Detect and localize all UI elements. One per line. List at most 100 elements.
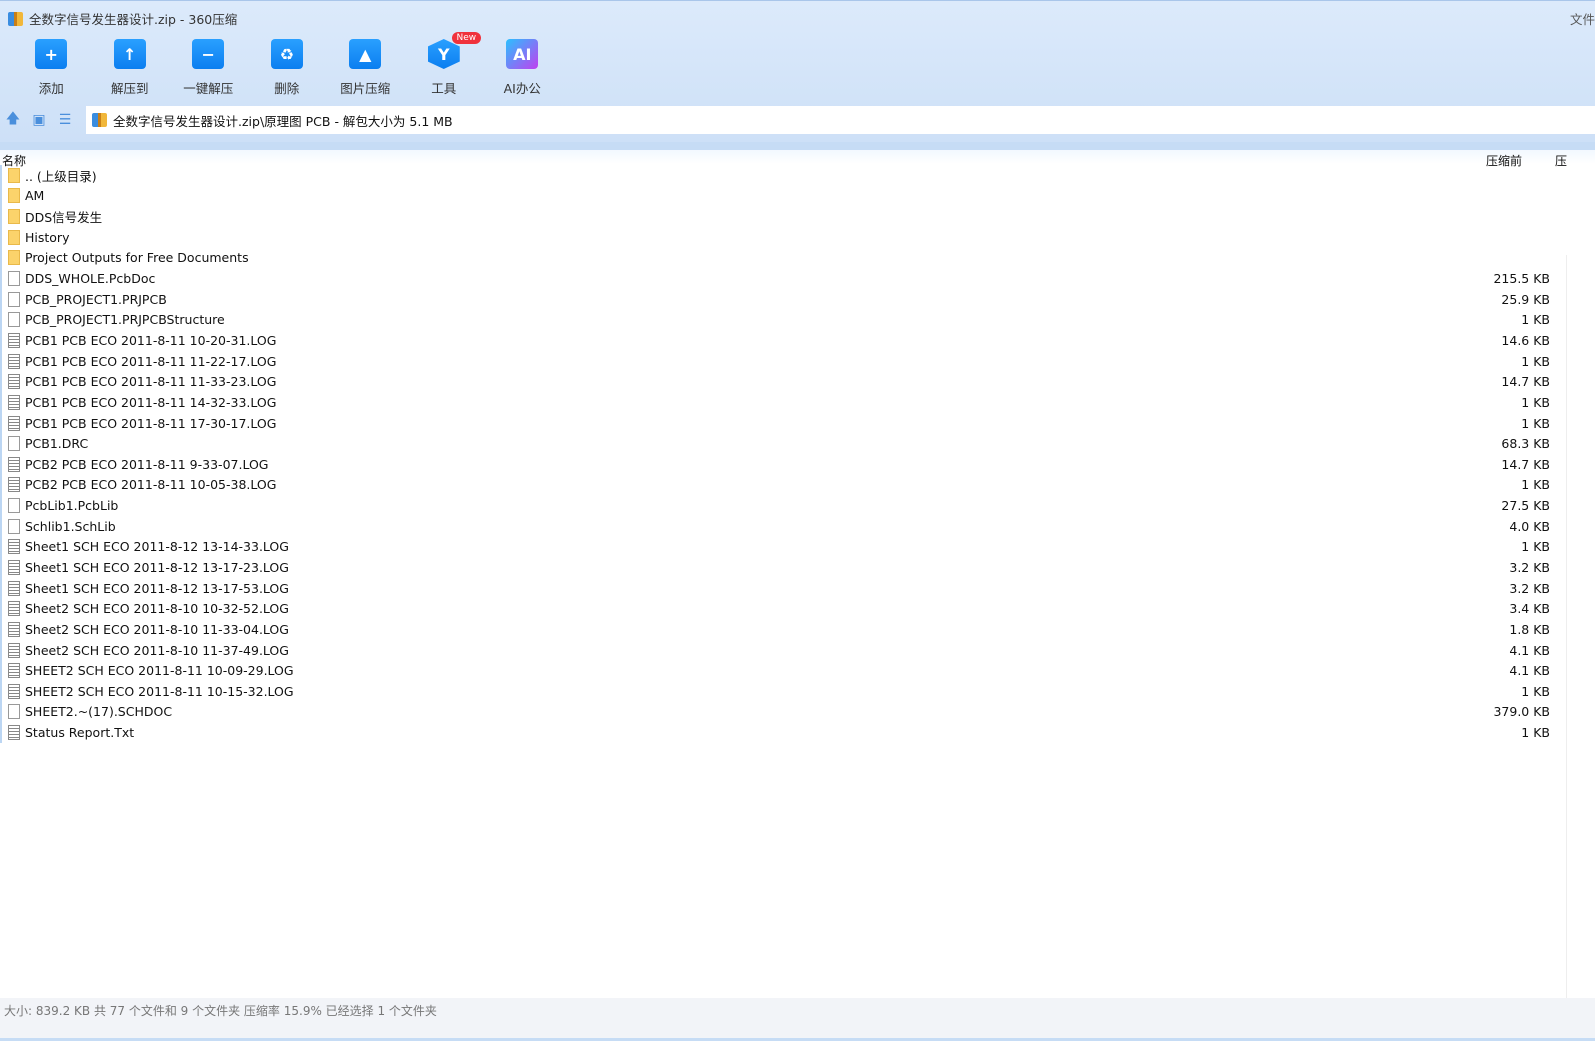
file-name: History bbox=[25, 229, 70, 245]
file-name: SHEET2.~(17).SCHDOC bbox=[25, 704, 173, 720]
scrollbar[interactable] bbox=[1566, 255, 1595, 998]
file-size: 215.5 KB bbox=[1493, 271, 1550, 287]
file-icon bbox=[8, 518, 20, 534]
file-name: PCB_PROJECT1.PRJPCBStructure bbox=[25, 312, 225, 328]
file-name: PCB1.DRC bbox=[25, 436, 89, 452]
file-icon bbox=[8, 271, 20, 287]
file-row[interactable]: PCB1 PCB ECO 2011-8-11 11-22-17.LOG 1 KB bbox=[2, 351, 1566, 372]
file-row[interactable]: Sheet1 SCH ECO 2011-8-12 13-14-33.LOG 1 K… bbox=[2, 537, 1566, 558]
file-name: AM bbox=[25, 188, 45, 204]
toolbar-button-6[interactable]: AI AI办公 bbox=[483, 39, 562, 97]
file-size: 14.7 KB bbox=[1501, 456, 1550, 472]
file-size: 1 KB bbox=[1521, 477, 1550, 493]
toolbar-icon: − bbox=[192, 39, 225, 69]
file-row[interactable]: PcbLib1.PcbLib 27.5 KB bbox=[2, 495, 1566, 516]
toolbar-area: 全数字信号发生器设计.zip - 360压缩 文件 + 添加 ↑ 解压到 − 一键解压 ♻ 删… bbox=[0, 0, 1595, 142]
file-name: Sheet2 SCH ECO 2011-8-10 11-33-04.LOG bbox=[25, 621, 289, 637]
toolbar-label: 删除 bbox=[274, 81, 300, 96]
file-row[interactable]: .. (上级目录) bbox=[2, 165, 1566, 186]
file-row[interactable]: PCB1 PCB ECO 2011-8-11 11-33-23.LOG 14.7 … bbox=[2, 371, 1566, 392]
file-name: Sheet1 SCH ECO 2011-8-12 13-17-53.LOG bbox=[25, 580, 289, 596]
toolbar-button-0[interactable]: + 添加 bbox=[12, 39, 91, 97]
file-row[interactable]: SHEET2 SCH ECO 2011-8-11 10-15-32.LOG 1 K… bbox=[2, 681, 1566, 702]
file-size: 1 KB bbox=[1521, 353, 1550, 369]
file-icon bbox=[8, 683, 20, 699]
toolbar-label: 添加 bbox=[38, 81, 64, 96]
file-size: 14.7 KB bbox=[1501, 374, 1550, 390]
path-text: 全数字信号发生器设计.zip\原理图 PCB - 解包大小为 5.1 MB bbox=[113, 113, 453, 129]
file-name: PCB2 PCB ECO 2011-8-11 10-05-38.LOG bbox=[25, 477, 277, 493]
file-name: Project Outputs for Free Documents bbox=[25, 250, 249, 266]
file-size: 3.2 KB bbox=[1509, 559, 1550, 575]
toolbar-button-4[interactable]: ▲ 图片压缩 bbox=[326, 39, 405, 97]
toolbar-icon: ▲ bbox=[349, 39, 382, 69]
file-icon bbox=[8, 498, 20, 514]
file-size: 25.9 KB bbox=[1501, 291, 1550, 307]
file-size: 68.3 KB bbox=[1501, 436, 1550, 452]
file-row[interactable]: Sheet2 SCH ECO 2011-8-10 11-37-49.LOG 4.1… bbox=[2, 640, 1566, 661]
file-menu[interactable]: 文件 bbox=[1570, 9, 1595, 28]
file-icon bbox=[8, 477, 20, 493]
file-row[interactable]: PCB2 PCB ECO 2011-8-11 9-33-07.LOG 14.7 K… bbox=[2, 454, 1566, 475]
toolbar-button-5[interactable]: Y 工具 New bbox=[405, 32, 484, 97]
file-icon bbox=[8, 374, 20, 390]
file-name: DDS_WHOLE.PcbDoc bbox=[25, 271, 156, 287]
folder-icon bbox=[8, 250, 20, 266]
file-size: 379.0 KB bbox=[1493, 704, 1550, 720]
file-icon bbox=[8, 415, 20, 431]
file-icon bbox=[8, 312, 20, 328]
file-name: PCB2 PCB ECO 2011-8-11 9-33-07.LOG bbox=[25, 456, 269, 472]
toolbar-label: AI办公 bbox=[503, 81, 541, 96]
file-size: 1 KB bbox=[1521, 539, 1550, 555]
file-row[interactable]: Status Report.Txt 1 KB bbox=[2, 722, 1566, 743]
file-row[interactable]: Project Outputs for Free Documents bbox=[2, 248, 1566, 269]
file-size: 3.2 KB bbox=[1509, 580, 1550, 596]
file-row[interactable]: SHEET2.~(17).SCHDOC 379.0 KB bbox=[2, 702, 1566, 723]
window-title: 全数字信号发生器设计.zip - 360压缩 bbox=[8, 9, 237, 28]
path-field[interactable]: 全数字信号发生器设计.zip\原理图 PCB - 解包大小为 5.1 MB bbox=[86, 106, 1595, 134]
toolbar-button-2[interactable]: − 一键解压 bbox=[169, 39, 248, 97]
file-icon bbox=[8, 642, 20, 658]
file-row[interactable]: AM bbox=[2, 186, 1566, 207]
file-row[interactable]: PCB1 PCB ECO 2011-8-11 17-30-17.LOG 1 KB bbox=[2, 413, 1566, 434]
file-icon bbox=[8, 601, 20, 617]
file-row[interactable]: PCB2 PCB ECO 2011-8-11 10-05-38.LOG 1 KB bbox=[2, 475, 1566, 496]
toolbar-label: 一键解压 bbox=[183, 81, 234, 96]
file-icon bbox=[8, 456, 20, 472]
file-row[interactable]: PCB1 PCB ECO 2011-8-11 10-20-31.LOG 14.6 … bbox=[2, 330, 1566, 351]
file-name: PcbLib1.PcbLib bbox=[25, 498, 119, 514]
file-row[interactable]: PCB1 PCB ECO 2011-8-11 14-32-33.LOG 1 KB bbox=[2, 392, 1566, 413]
toolbar-icon: ♻ bbox=[270, 39, 303, 69]
toolbar-button-3[interactable]: ♻ 删除 bbox=[248, 39, 327, 97]
toolbar: + 添加 ↑ 解压到 − 一键解压 ♻ 删除 ▲ 图片压缩 Y 工具 New AI AI办公 bbox=[12, 32, 562, 97]
file-size: 1 KB bbox=[1521, 312, 1550, 328]
file-size: 14.6 KB bbox=[1501, 332, 1550, 348]
file-name: Sheet2 SCH ECO 2011-8-10 11-37-49.LOG bbox=[25, 642, 289, 658]
window-title-text: 全数字信号发生器设计.zip - 360压缩 bbox=[29, 12, 238, 27]
list-view-icon[interactable]: ☰ bbox=[52, 112, 78, 128]
file-row[interactable]: History bbox=[2, 227, 1566, 248]
toolbar-button-1[interactable]: ↑ 解压到 bbox=[91, 39, 170, 97]
file-row[interactable]: PCB_PROJECT1.PRJPCB 25.9 KB bbox=[2, 289, 1566, 310]
file-size: 4.1 KB bbox=[1509, 663, 1550, 679]
file-row[interactable]: Sheet2 SCH ECO 2011-8-10 10-32-52.LOG 3.4… bbox=[2, 598, 1566, 619]
file-row[interactable]: Schlib1.SchLib 4.0 KB bbox=[2, 516, 1566, 537]
up-arrow-icon[interactable]: 🡅 bbox=[0, 108, 26, 132]
file-name: PCB1 PCB ECO 2011-8-11 10-20-31.LOG bbox=[25, 332, 277, 348]
file-row[interactable]: DDS_WHOLE.PcbDoc 215.5 KB bbox=[2, 268, 1566, 289]
file-name: Sheet2 SCH ECO 2011-8-10 10-32-52.LOG bbox=[25, 601, 289, 617]
thumbnail-view-icon[interactable]: ▣ bbox=[26, 112, 52, 128]
file-row[interactable]: SHEET2 SCH ECO 2011-8-11 10-09-29.LOG 4.1… bbox=[2, 660, 1566, 681]
file-row[interactable]: PCB1.DRC 68.3 KB bbox=[2, 433, 1566, 454]
file-row[interactable]: Sheet1 SCH ECO 2011-8-12 13-17-23.LOG 3.2… bbox=[2, 557, 1566, 578]
file-row[interactable]: Sheet1 SCH ECO 2011-8-12 13-17-53.LOG 3.2… bbox=[2, 578, 1566, 599]
file-name: SHEET2 SCH ECO 2011-8-11 10-09-29.LOG bbox=[25, 663, 294, 679]
file-icon bbox=[8, 332, 20, 348]
toolbar-icon: ↑ bbox=[113, 39, 146, 69]
file-name: PCB_PROJECT1.PRJPCB bbox=[25, 291, 167, 307]
file-row[interactable]: Sheet2 SCH ECO 2011-8-10 11-33-04.LOG 1.8… bbox=[2, 619, 1566, 640]
file-row[interactable]: DDS信号发生 bbox=[2, 206, 1566, 227]
file-row[interactable]: PCB_PROJECT1.PRJPCBStructure 1 KB bbox=[2, 309, 1566, 330]
file-name: Sheet1 SCH ECO 2011-8-12 13-17-23.LOG bbox=[25, 559, 289, 575]
status-bar: 大小: 839.2 KB 共 77 个文件和 9 个文件夹 压缩率 15.9% … bbox=[0, 998, 1595, 1041]
